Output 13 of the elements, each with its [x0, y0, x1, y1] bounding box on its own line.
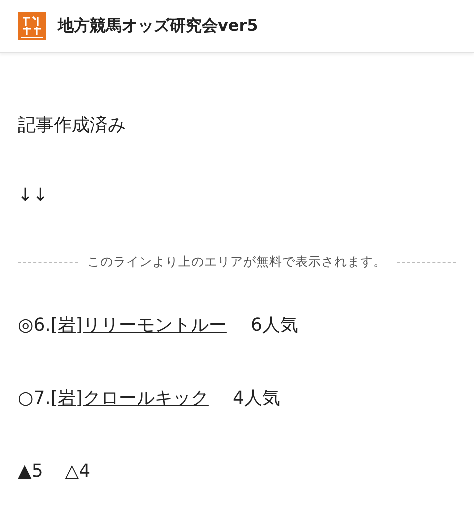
other-pick: △4 — [65, 460, 91, 484]
site-title: 地方競馬オッズ研究会ver5 — [58, 16, 258, 36]
popularity: 6人気 — [250, 314, 298, 338]
popularity: 4人気 — [232, 387, 280, 411]
horse-link[interactable]: [岩]リリーモントルー — [50, 314, 227, 338]
pick-mark: ◎6. — [18, 314, 51, 338]
horse-link[interactable]: [岩]クロールキック — [50, 387, 209, 411]
pick-mark: ○7. — [18, 387, 51, 411]
paragraph: ↓↓ — [18, 184, 50, 208]
other-pick: ▲5 — [18, 460, 44, 484]
logo-icon — [18, 12, 46, 40]
free-area-notice: このラインより上のエリアが無料で表示されます。 — [88, 254, 386, 270]
paragraph: 記事作成済み — [18, 114, 127, 138]
